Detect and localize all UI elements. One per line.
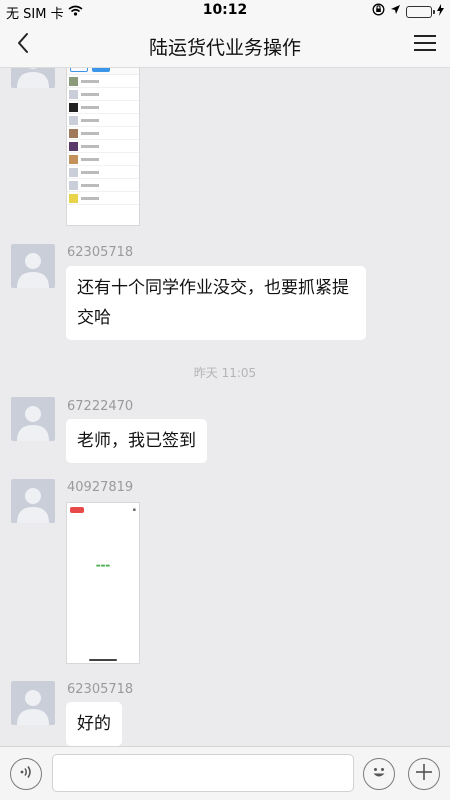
sender-name: 67222470 [67,399,134,414]
avatar[interactable] [11,681,55,725]
plus-icon [415,763,433,785]
avatar[interactable] [11,479,55,523]
mini-row [67,153,139,166]
status-bar: 无 SIM 卡 10:12 [0,0,450,22]
avatar[interactable] [11,397,55,441]
mini-row [67,88,139,101]
location-icon [390,4,401,19]
sender-name: 62305718 [67,245,134,260]
message-image-contact-list[interactable] [66,68,140,226]
composer-bar [0,746,450,800]
mini-tab [70,68,88,72]
mini-title: ▪ [132,507,136,513]
chat-message-list[interactable]: 62305718 还有十个同学作业没交，也要抓紧提交哈 昨天 11:05 672… [0,68,450,746]
mini-header: ▪ [67,503,139,517]
emoji-button[interactable] [363,758,395,790]
mini-row [67,192,139,205]
time-divider: 昨天 11:05 [193,366,257,380]
sender-name: 40927819 [67,480,134,495]
mini-success-text: ▬▬▬ [95,563,111,569]
mini-row [67,179,139,192]
battery-icon [406,5,435,18]
message-bubble[interactable]: 好的 [66,702,122,746]
message-bubble[interactable]: 老师，我已签到 [66,419,207,463]
sender-name: 62305718 [67,682,134,697]
message-image-sign-in[interactable]: ▪ ▬▬▬ [66,502,140,664]
mini-tabs [67,68,139,75]
orientation-lock-icon [372,3,385,20]
mini-tag [70,507,84,513]
avatar[interactable] [11,244,55,288]
emoji-icon [369,762,389,786]
mini-tab [92,68,110,72]
mini-row [67,101,139,114]
page-title: 陆运货代业务操作 [148,37,301,59]
mini-row [67,127,139,140]
mini-row [67,114,139,127]
charging-icon [437,3,444,20]
navigation-bar: 陆运货代业务操作 [0,22,450,68]
avatar[interactable] [11,68,55,88]
more-button[interactable] [408,758,440,790]
voice-icon [18,764,34,784]
hamburger-menu-icon [414,35,436,55]
mini-row [67,75,139,88]
message-input[interactable] [52,754,354,792]
status-right-group [372,3,444,20]
mini-row [67,166,139,179]
mini-home-indicator [89,659,117,661]
menu-button[interactable] [410,32,440,58]
message-bubble[interactable]: 还有十个同学作业没交，也要抓紧提交哈 [66,266,366,340]
voice-button[interactable] [10,758,42,790]
mini-row [67,140,139,153]
